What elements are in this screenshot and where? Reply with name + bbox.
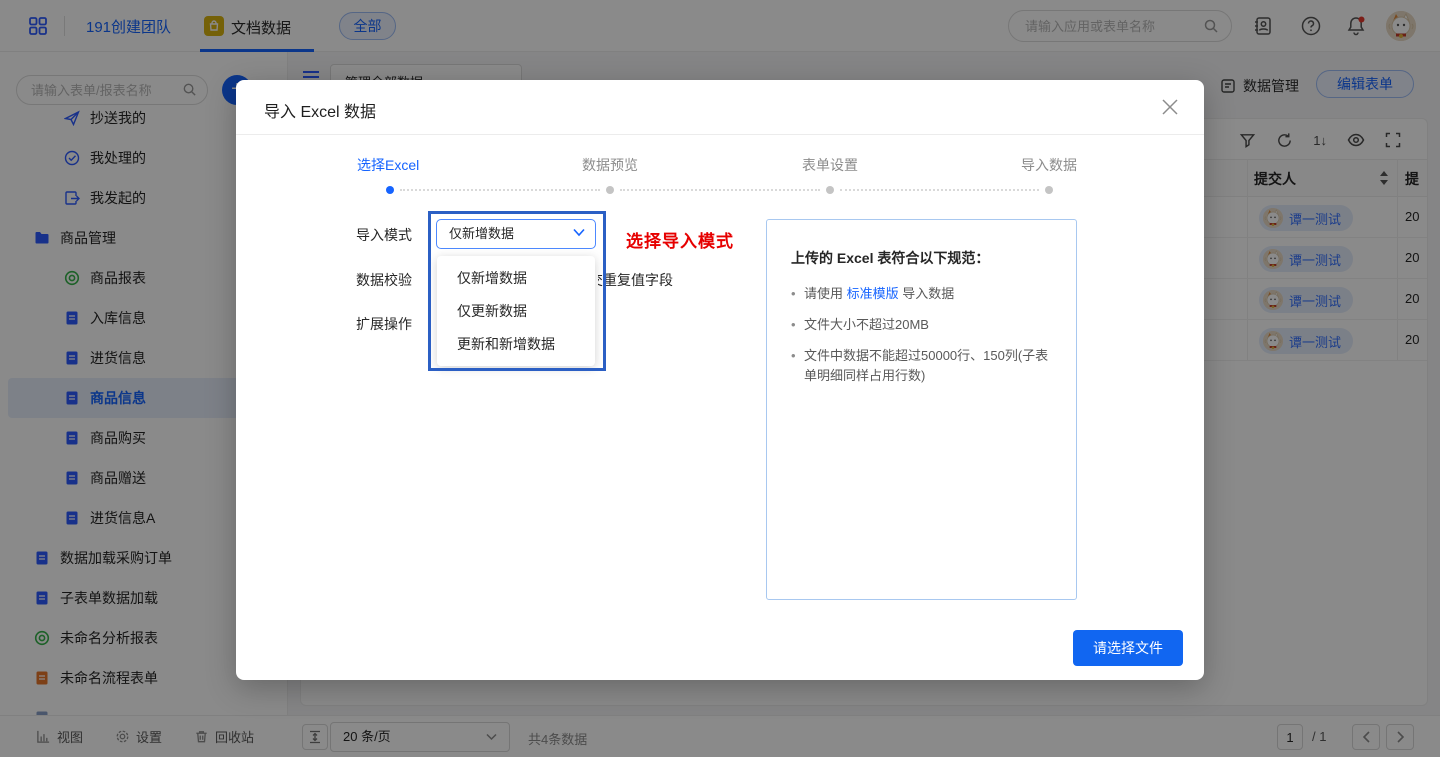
option-update-only[interactable]: 仅更新数据	[437, 295, 595, 328]
option-add-only[interactable]: 仅新增数据	[437, 262, 595, 295]
standard-template-link[interactable]: 标准模版	[847, 286, 899, 301]
excel-spec-panel: 上传的 Excel 表符合以下规范： 请使用 标准模版 导入数据 文件大小不超过…	[766, 219, 1077, 600]
app-root: 191创建团队 文档数据 全部	[0, 0, 1440, 757]
spec-bullet-size: 文件大小不超过20MB	[791, 315, 1052, 335]
step-dot-active	[386, 186, 394, 194]
step-connector	[620, 189, 820, 191]
step-data-preview: 数据预览	[582, 155, 638, 175]
close-icon[interactable]	[1161, 98, 1181, 118]
spec-bullet-limit: 文件中数据不能超过50000行、150列(子表单明细同样占用行数)	[791, 346, 1052, 386]
step-dot	[1045, 186, 1053, 194]
import-mode-select[interactable]: 仅新增数据	[436, 219, 596, 249]
data-check-fragment: 交重复值字段	[598, 270, 673, 290]
step-connector	[840, 189, 1039, 191]
spec-bullet-template: 请使用 标准模版 导入数据	[791, 284, 1052, 304]
choose-file-button[interactable]: 请选择文件	[1073, 630, 1183, 666]
step-import-data: 导入数据	[1021, 155, 1077, 175]
import-mode-label: 导入模式	[356, 225, 412, 245]
import-mode-dropdown: 仅新增数据 仅更新数据 更新和新增数据	[437, 256, 595, 366]
modal-header: 导入 Excel 数据	[236, 80, 1204, 135]
step-dot	[606, 186, 614, 194]
step-connector	[400, 189, 600, 191]
step-select-excel: 选择Excel	[357, 155, 419, 175]
data-check-label: 数据校验	[356, 270, 412, 290]
option-update-and-add[interactable]: 更新和新增数据	[437, 328, 595, 361]
annotation-text: 选择导入模式	[626, 227, 734, 252]
step-form-settings: 表单设置	[802, 155, 858, 175]
step-dot	[826, 186, 834, 194]
import-excel-modal: 导入 Excel 数据 选择Excel 数据预览 表单设置 导入数据 导入模式 …	[236, 80, 1204, 680]
extend-ops-label: 扩展操作	[356, 314, 412, 334]
modal-title: 导入 Excel 数据	[264, 98, 376, 122]
chevron-down-icon	[573, 228, 585, 237]
spec-title: 上传的 Excel 表符合以下规范：	[791, 248, 1052, 268]
